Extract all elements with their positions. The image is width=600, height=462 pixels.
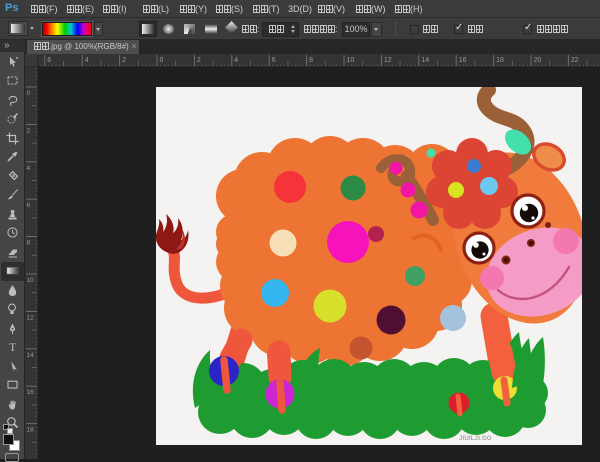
svg-text:4: 4 [85,57,89,64]
svg-text:10: 10 [27,277,35,284]
svg-text:12: 12 [384,57,392,64]
svg-text:6: 6 [47,57,51,64]
svg-text:6: 6 [27,202,31,209]
svg-text:18: 18 [496,57,504,64]
svg-text:10: 10 [347,57,355,64]
svg-text:0: 0 [27,90,31,97]
svg-text:6: 6 [272,57,276,64]
svg-text:2: 2 [27,127,31,134]
svg-text:14: 14 [421,57,429,64]
svg-text:8: 8 [309,57,313,64]
svg-text:T: T [9,340,17,353]
svg-text:12: 12 [27,314,35,321]
svg-text:16: 16 [27,389,35,396]
svg-text:14: 14 [27,352,35,359]
svg-text:18: 18 [27,427,35,434]
svg-text:4: 4 [234,57,238,64]
svg-text:2: 2 [197,57,201,64]
svg-text:16: 16 [459,57,467,64]
svg-text:20: 20 [534,57,542,64]
svg-text:2: 2 [122,57,126,64]
svg-text:4: 4 [27,165,31,172]
svg-text:0: 0 [160,57,164,64]
svg-text:8: 8 [27,240,31,247]
svg-text:22: 22 [571,57,579,64]
